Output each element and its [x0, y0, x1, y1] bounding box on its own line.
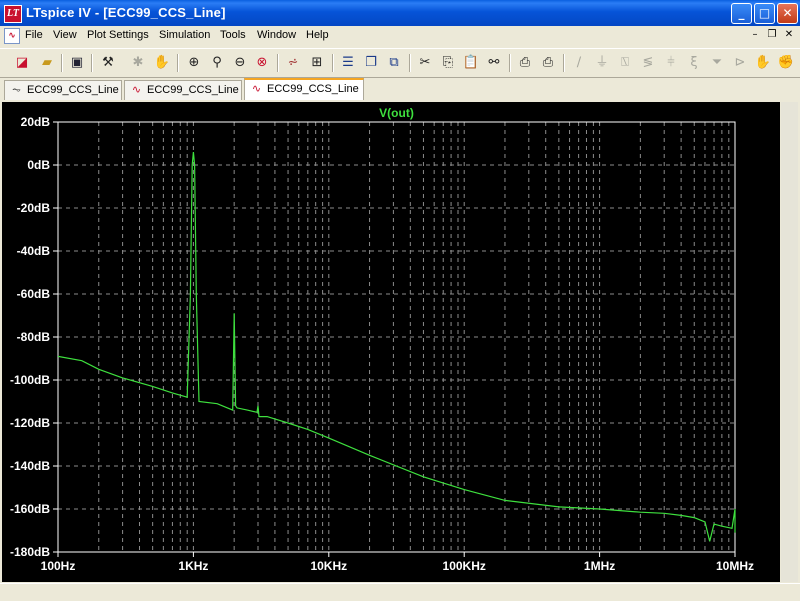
- diode-icon[interactable]: ⏷: [707, 53, 727, 73]
- window-title: LTspice IV - [ECC99_CCS_Line]: [26, 5, 226, 20]
- waveform-document-icon[interactable]: ∿: [4, 28, 20, 44]
- title-bar: LT LTspice IV - [ECC99_CCS_Line] _ □ ✕: [0, 0, 800, 26]
- find-icon[interactable]: ⚯: [484, 53, 504, 73]
- y-tick-label: -80dB: [17, 330, 51, 344]
- autorange-icon[interactable]: ⩫: [283, 53, 303, 73]
- menu-window[interactable]: Window: [257, 29, 296, 41]
- y-tick-label: -100dB: [10, 373, 50, 387]
- resistor-icon[interactable]: ≶: [638, 53, 658, 73]
- mdi-close-button[interactable]: ✕: [782, 29, 796, 42]
- tab-waveform-2[interactable]: ∿ ECC99_CCS_Line: [244, 78, 364, 100]
- cut-icon[interactable]: ✂: [415, 53, 435, 73]
- menu-tools[interactable]: Tools: [220, 29, 246, 41]
- x-tick-label: 10MHz: [716, 559, 754, 573]
- inductor-icon[interactable]: ξ: [684, 53, 704, 73]
- cascade-icon[interactable]: ❐: [361, 53, 381, 73]
- drag-icon[interactable]: ✊: [776, 53, 796, 73]
- vertical-scrollbar[interactable]: [781, 102, 798, 582]
- print-icon[interactable]: ⎙: [538, 53, 558, 73]
- plot-canvas[interactable]: 20dB 0dB -20dB -40dB -60dB -80dB -100dB -120dB -…: [2, 102, 780, 582]
- toolbar-separator: [563, 54, 565, 72]
- waveform-icon: ∿: [251, 82, 262, 95]
- move-icon[interactable]: ✋: [753, 53, 773, 73]
- menu-plot-settings[interactable]: Plot Settings: [87, 29, 149, 41]
- tab-schematic[interactable]: ⏦ ECC99_CCS_Line: [4, 80, 122, 100]
- maximize-button[interactable]: □: [754, 3, 775, 24]
- waveform-icon: ∿: [131, 83, 142, 96]
- y-tick-label: -120dB: [10, 416, 50, 430]
- label-icon[interactable]: ⍂: [615, 53, 635, 73]
- minimize-button[interactable]: _: [731, 3, 752, 24]
- menu-bar: ∿ File View Plot Settings Simulation Too…: [0, 26, 800, 46]
- toolbar: ◪ ▰ ▣ ⚒ ✱ ✋ ⊕ ⚲ ⊖ ⊗ ⩫ ⊞ ☰ ❐ ⧉ ✂ ⎘ 📋 ⚯ ⎙ …: [0, 48, 800, 78]
- y-tick-label: -60dB: [17, 287, 51, 301]
- pick-visible-icon[interactable]: ⊞: [307, 53, 327, 73]
- menu-help[interactable]: Help: [306, 29, 329, 41]
- x-tick-label: 1MHz: [584, 559, 615, 573]
- save-icon[interactable]: ▣: [67, 53, 87, 73]
- toolbar-separator: [509, 54, 511, 72]
- status-bar: [0, 583, 800, 601]
- y-tick-label: -180dB: [10, 545, 50, 559]
- x-tick-label: 1KHz: [178, 559, 208, 573]
- tab-label: ECC99_CCS_Line: [147, 84, 239, 96]
- x-tick-label: 100KHz: [443, 559, 486, 573]
- close-button[interactable]: ✕: [777, 3, 798, 24]
- zoom-pan-icon[interactable]: ⚲: [207, 53, 227, 73]
- toolbar-separator: [91, 54, 93, 72]
- open-icon[interactable]: ▰: [37, 53, 57, 73]
- control-panel-icon[interactable]: ⚒: [98, 53, 118, 73]
- halt-icon[interactable]: ✋: [152, 53, 172, 73]
- ltspice-app-icon[interactable]: LT: [4, 5, 22, 23]
- trace-label-vout[interactable]: V(out): [379, 106, 414, 120]
- x-tick-label: 10KHz: [310, 559, 347, 573]
- new-schematic-icon[interactable]: ◪: [12, 53, 32, 73]
- menu-simulation[interactable]: Simulation: [159, 29, 210, 41]
- document-tabs: ⏦ ECC99_CCS_Line ∿ ECC99_CCS_Line ∿ ECC9…: [0, 78, 800, 101]
- ground-icon[interactable]: ⏚: [592, 53, 612, 73]
- menu-file[interactable]: File: [25, 29, 43, 41]
- capacitor-icon[interactable]: ⫩: [661, 53, 681, 73]
- zoom-in-icon[interactable]: ⊕: [184, 53, 204, 73]
- toolbar-separator: [409, 54, 411, 72]
- toolbar-separator: [61, 54, 63, 72]
- zoom-cancel-icon[interactable]: ⊗: [252, 53, 272, 73]
- y-tick-label: -140dB: [10, 459, 50, 473]
- menu-view[interactable]: View: [53, 29, 77, 41]
- close-all-icon[interactable]: ⧉: [384, 53, 404, 73]
- copy-icon[interactable]: ⎘: [438, 53, 458, 73]
- toolbar-separator: [277, 54, 279, 72]
- component-icon[interactable]: ⊳: [730, 53, 750, 73]
- print-setup-icon[interactable]: ⎙: [515, 53, 535, 73]
- tile-horizontal-icon[interactable]: ☰: [338, 53, 358, 73]
- zoom-out-icon[interactable]: ⊖: [230, 53, 250, 73]
- tab-waveform-1[interactable]: ∿ ECC99_CCS_Line: [124, 80, 242, 100]
- tab-label: ECC99_CCS_Line: [27, 84, 119, 96]
- run-icon[interactable]: ✱: [128, 53, 148, 73]
- wire-icon[interactable]: ∕: [569, 53, 589, 73]
- toolbar-separator: [177, 54, 179, 72]
- waveform-viewer[interactable]: 20dB 0dB -20dB -40dB -60dB -80dB -100dB -120dB -…: [2, 102, 780, 582]
- paste-icon[interactable]: 📋: [461, 53, 481, 73]
- trace-vout[interactable]: [57, 152, 736, 542]
- schematic-icon: ⏦: [12, 83, 21, 96]
- mdi-restore-button[interactable]: ❐: [765, 29, 779, 42]
- y-tick-label: -160dB: [10, 502, 50, 516]
- x-tick-label: 100Hz: [41, 559, 76, 573]
- y-tick-label: -20dB: [17, 201, 51, 215]
- y-tick-label: -40dB: [17, 244, 51, 258]
- toolbar-separator: [332, 54, 334, 72]
- y-tick-label: 20dB: [21, 115, 51, 129]
- y-tick-label: 0dB: [27, 158, 50, 172]
- tab-label: ECC99_CCS_Line: [267, 83, 359, 95]
- mdi-minimize-button[interactable]: –: [748, 29, 762, 42]
